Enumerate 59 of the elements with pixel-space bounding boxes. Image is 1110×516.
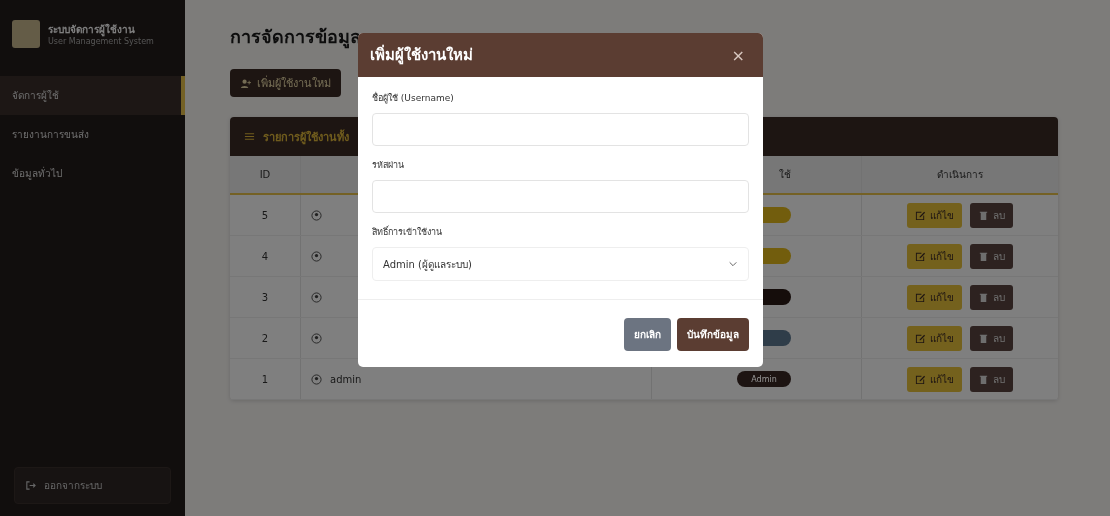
user-circle-icon bbox=[311, 332, 322, 344]
user-plus-icon bbox=[240, 77, 251, 89]
trash-icon bbox=[978, 250, 989, 262]
user-circle-icon bbox=[311, 373, 322, 385]
role-badge: Admin bbox=[737, 371, 791, 387]
trash-icon bbox=[978, 373, 989, 385]
logout-button[interactable]: ออกจากระบบ bbox=[14, 467, 171, 504]
edit-button[interactable]: แก้ไข bbox=[907, 202, 962, 228]
page-title: การจัดการข้อมูล bbox=[230, 25, 361, 51]
edit-button[interactable]: แก้ไข bbox=[907, 284, 962, 310]
logout-icon bbox=[25, 480, 36, 491]
delete-button[interactable]: ลบ bbox=[970, 325, 1013, 351]
user-circle-icon bbox=[311, 209, 322, 221]
table-title: รายการผู้ใช้งานทั้ง bbox=[263, 128, 349, 146]
cancel-button[interactable]: ยกเลิก bbox=[624, 318, 671, 351]
delete-button[interactable]: ลบ bbox=[970, 284, 1013, 310]
save-button[interactable]: บันทึกข้อมูล bbox=[677, 318, 749, 351]
edit-icon bbox=[915, 209, 926, 221]
brand-title: ระบบจัดการผู้ใช้งาน bbox=[48, 22, 136, 37]
id-cell: 3 bbox=[261, 291, 269, 303]
edit-button[interactable]: แก้ไข bbox=[907, 243, 962, 269]
edit-icon bbox=[915, 250, 926, 262]
list-icon bbox=[244, 131, 255, 142]
username-field[interactable] bbox=[372, 113, 749, 146]
edit-icon bbox=[915, 291, 926, 303]
sidebar-item[interactable]: ข้อมูลทั่วไป bbox=[0, 154, 185, 193]
id-cell: 1 bbox=[261, 373, 269, 385]
add-user-button[interactable]: เพิ่มผู้ใช้งานใหม่ bbox=[230, 69, 341, 97]
edit-icon bbox=[915, 332, 926, 344]
edit-icon bbox=[915, 373, 926, 385]
trash-icon bbox=[978, 332, 989, 344]
edit-button[interactable]: แก้ไข bbox=[907, 366, 962, 392]
dialog-title: เพิ่มผู้ใช้งานใหม่ bbox=[370, 43, 473, 67]
field-label: รหัสผ่าน bbox=[372, 159, 405, 172]
username-cell: admin bbox=[330, 373, 362, 385]
field-label: สิทธิ์การเข้าใช้งาน bbox=[372, 225, 443, 239]
delete-button[interactable]: ลบ bbox=[970, 243, 1013, 269]
sidebar-item[interactable]: รายงานการขนส่ง bbox=[0, 115, 185, 154]
logo-icon bbox=[12, 20, 40, 48]
column-header: ดำเนินการ bbox=[937, 168, 983, 182]
id-cell: 4 bbox=[261, 250, 269, 262]
edit-button[interactable]: แก้ไข bbox=[907, 325, 962, 351]
brand-subtitle: User Management System bbox=[48, 37, 154, 46]
delete-button[interactable]: ลบ bbox=[970, 202, 1013, 228]
close-button[interactable]: × bbox=[725, 44, 751, 66]
trash-icon bbox=[978, 291, 989, 303]
column-header: ใช้ bbox=[779, 168, 791, 182]
field-label: ชื่อผู้ใช้ (Username) bbox=[372, 91, 455, 105]
column-header: ID bbox=[259, 169, 271, 180]
id-cell: 2 bbox=[261, 332, 269, 344]
role-select[interactable]: Admin (ผู้ดูแลระบบ) bbox=[372, 247, 749, 281]
password-field[interactable] bbox=[372, 180, 749, 213]
user-circle-icon bbox=[311, 250, 322, 262]
id-cell: 5 bbox=[261, 209, 269, 221]
delete-button[interactable]: ลบ bbox=[970, 366, 1013, 392]
sidebar-item[interactable]: จัดการผู้ใช้ bbox=[0, 76, 185, 115]
trash-icon bbox=[978, 209, 989, 221]
user-circle-icon bbox=[311, 291, 322, 303]
chevron-down-icon bbox=[728, 259, 738, 269]
